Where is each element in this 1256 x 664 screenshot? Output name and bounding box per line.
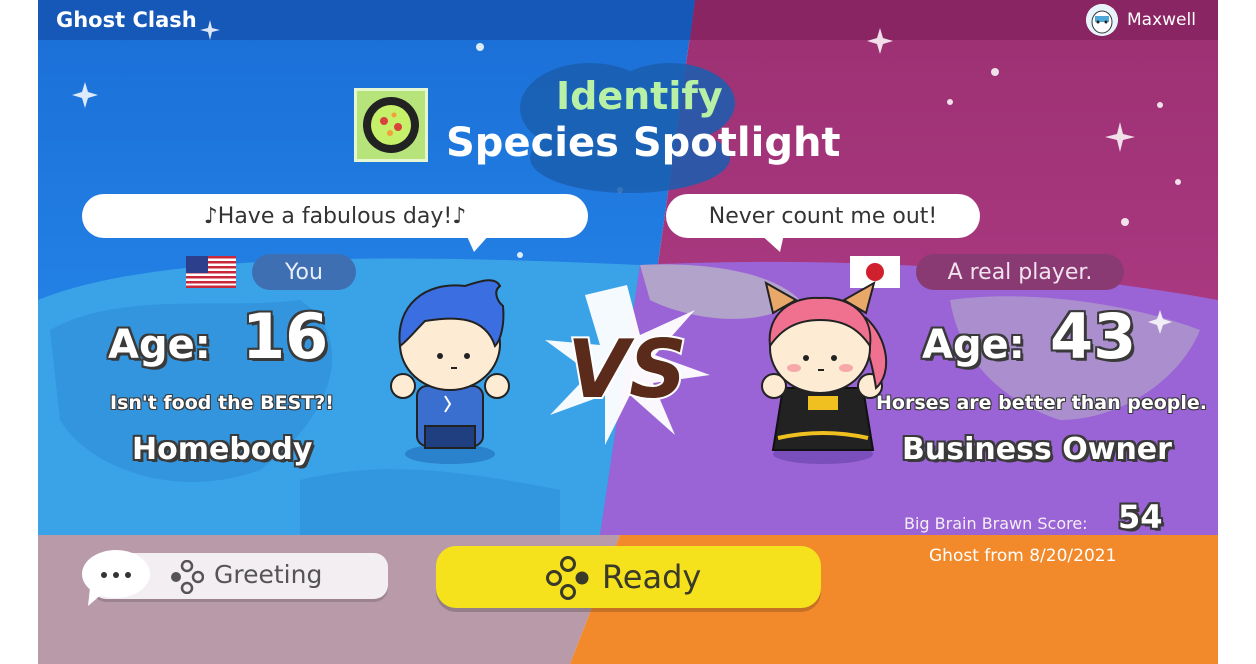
left-player-name: You xyxy=(252,254,356,290)
right-player-character xyxy=(761,280,888,464)
right-age-label: Age: xyxy=(922,322,1025,368)
right-title: Business Owner xyxy=(902,432,1172,467)
username: Maxwell xyxy=(1127,10,1196,30)
right-bubble-tail xyxy=(760,234,784,252)
left-bubble-tail xyxy=(466,234,490,252)
chat-bubble-icon xyxy=(82,550,150,606)
right-tagline: Horses are better than people. xyxy=(876,392,1207,414)
score-value: 54 xyxy=(1118,498,1163,536)
vs-emblem: VS xyxy=(545,285,710,445)
us-flag-icon xyxy=(186,256,236,288)
app-title: Ghost Clash xyxy=(56,8,197,32)
button-cluster-icon xyxy=(171,560,204,594)
mode-name: Species Spotlight xyxy=(446,120,841,166)
ghost-date-note: Ghost from 8/20/2021 xyxy=(929,546,1117,566)
left-age-label: Age: xyxy=(108,322,211,368)
greeting-label: Greeting xyxy=(214,560,323,589)
player-avatar-icon xyxy=(1086,4,1118,36)
vs-screen: Ghost Clash Maxwell Identify Species Spo… xyxy=(0,0,1256,664)
score-label: Big Brain Brawn Score: xyxy=(904,514,1088,533)
right-player-name: A real player. xyxy=(916,254,1124,290)
species-thumbnail-icon xyxy=(354,88,428,162)
mode-category: Identify xyxy=(556,74,723,118)
right-age-value: 43 xyxy=(1050,300,1137,373)
ready-button-cluster-icon xyxy=(546,556,589,600)
right-speech-bubble: Never count me out! xyxy=(666,194,980,238)
ready-label: Ready xyxy=(602,558,702,596)
left-tagline: Isn't food the BEST?! xyxy=(110,392,334,414)
left-title: Homebody xyxy=(132,432,313,467)
left-speech-bubble: ♪Have a fabulous day!♪ xyxy=(82,194,588,238)
vs-text: VS xyxy=(567,323,687,416)
left-age-value: 16 xyxy=(242,300,329,373)
left-player-character xyxy=(390,279,510,464)
